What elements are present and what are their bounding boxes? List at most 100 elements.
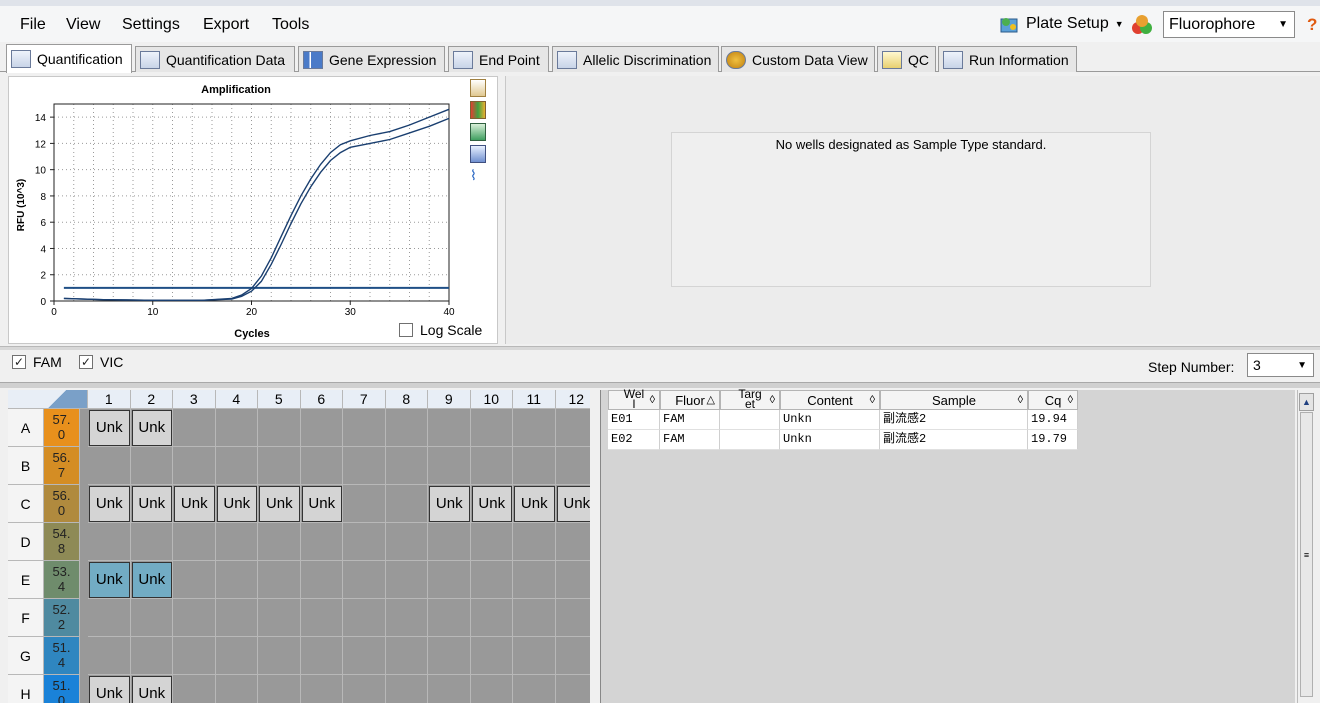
plate-cell[interactable] bbox=[343, 409, 386, 447]
column-header[interactable]: 1 bbox=[88, 390, 131, 409]
plate-cell[interactable] bbox=[343, 599, 386, 637]
column-header-cq[interactable]: Cq ◊ bbox=[1028, 390, 1078, 410]
pane-splitter-lower[interactable] bbox=[0, 382, 1320, 388]
menu-tools[interactable]: Tools bbox=[272, 16, 309, 34]
column-header[interactable]: 11 bbox=[513, 390, 556, 409]
column-header-target[interactable]: Targ et ◊ bbox=[720, 388, 780, 410]
tab-quantification-data[interactable]: Quantification Data bbox=[135, 46, 295, 72]
table-cell[interactable]: Unkn bbox=[780, 430, 880, 450]
column-header[interactable]: 4 bbox=[215, 390, 258, 409]
plate-cell[interactable] bbox=[470, 561, 513, 599]
plate-cell[interactable] bbox=[470, 409, 513, 447]
well-unknown[interactable]: Unk bbox=[514, 486, 555, 522]
scroll-thumb[interactable]: ≡ bbox=[1300, 412, 1313, 697]
column-header-content[interactable]: Content ◊ bbox=[780, 390, 880, 410]
row-header[interactable]: D bbox=[8, 523, 44, 561]
plate-cell[interactable] bbox=[215, 561, 258, 599]
column-header[interactable]: 5 bbox=[258, 390, 301, 409]
plate-cell[interactable] bbox=[513, 409, 556, 447]
table-cell[interactable]: 副流感2 bbox=[880, 410, 1028, 430]
step-number-select[interactable]: 3 ▼ bbox=[1247, 353, 1314, 377]
plate-cell[interactable] bbox=[173, 675, 216, 703]
plate-cell[interactable] bbox=[300, 599, 343, 637]
tab-end-point[interactable]: End Point bbox=[448, 46, 549, 72]
row-header[interactable]: G bbox=[8, 637, 44, 675]
plate-cell[interactable] bbox=[216, 675, 258, 703]
well-unknown[interactable]: Unk bbox=[89, 486, 130, 522]
table-cell[interactable]: E01 bbox=[608, 410, 660, 430]
plate-cell[interactable] bbox=[471, 675, 513, 703]
column-header[interactable]: 9 bbox=[428, 390, 471, 409]
well-unknown[interactable]: Unk bbox=[556, 486, 590, 522]
plate-cell[interactable] bbox=[556, 675, 591, 703]
column-header[interactable]: 2 bbox=[130, 390, 173, 409]
plate-cell[interactable] bbox=[470, 447, 513, 485]
column-header-sample[interactable]: Sample ◊ bbox=[880, 390, 1028, 410]
chart-color-icon[interactable] bbox=[470, 101, 486, 119]
select-all-corner[interactable] bbox=[8, 390, 88, 409]
tab-custom-data-view[interactable]: Custom Data View bbox=[721, 46, 875, 72]
tab-gene-expression[interactable]: Gene Expression bbox=[298, 46, 445, 72]
well-unknown[interactable]: Unk bbox=[89, 562, 130, 598]
plate-cell[interactable] bbox=[173, 447, 216, 485]
plate-cell[interactable] bbox=[258, 447, 301, 485]
column-header[interactable]: 7 bbox=[343, 390, 386, 409]
plate-cell[interactable] bbox=[470, 637, 513, 675]
table-cell[interactable]: Unkn bbox=[780, 410, 880, 430]
column-header[interactable]: 10 bbox=[470, 390, 513, 409]
plate-cell[interactable] bbox=[385, 637, 428, 675]
plate-cell[interactable] bbox=[385, 485, 428, 523]
plate-cell[interactable] bbox=[301, 675, 343, 703]
plate-cell[interactable] bbox=[470, 599, 513, 637]
plate-cell[interactable] bbox=[300, 447, 343, 485]
plate-cell[interactable] bbox=[555, 637, 590, 675]
plate-cell[interactable] bbox=[470, 523, 513, 561]
plate-cell[interactable] bbox=[513, 637, 556, 675]
plate-cell[interactable] bbox=[258, 409, 301, 447]
plate-cell[interactable] bbox=[88, 523, 131, 561]
plate-cell[interactable] bbox=[215, 523, 258, 561]
plate-cell[interactable] bbox=[258, 599, 301, 637]
row-header[interactable]: E bbox=[8, 561, 44, 599]
well-unknown[interactable]: Unk bbox=[259, 486, 300, 522]
well-unknown[interactable]: Unk bbox=[89, 676, 130, 703]
plate-cell[interactable] bbox=[428, 561, 471, 599]
well-unknown[interactable]: Unk bbox=[174, 486, 215, 522]
plate-cell[interactable] bbox=[300, 523, 343, 561]
plate-cell[interactable] bbox=[555, 447, 590, 485]
column-header-fluor[interactable]: Fluor △ bbox=[660, 390, 720, 410]
log-scale-checkbox[interactable] bbox=[399, 323, 413, 337]
table-cell[interactable] bbox=[720, 410, 780, 430]
plate-cell[interactable] bbox=[173, 523, 216, 561]
plate-cell[interactable] bbox=[258, 675, 301, 703]
well-unknown[interactable]: Unk bbox=[131, 410, 172, 446]
plate-grid[interactable]: 1 2 3 4 5 6 7 8 9 10 11 12 A 57. 0 Unk Unk B 56. 7 C 56. 0U… bbox=[8, 390, 590, 703]
row-header[interactable]: F bbox=[8, 599, 44, 637]
plate-cell[interactable] bbox=[428, 447, 471, 485]
plate-cell[interactable] bbox=[428, 599, 471, 637]
plate-cell[interactable] bbox=[555, 561, 590, 599]
plate-cell[interactable] bbox=[428, 523, 471, 561]
plate-cell[interactable] bbox=[215, 409, 258, 447]
plate-cell[interactable] bbox=[343, 523, 386, 561]
plate-cell[interactable] bbox=[215, 447, 258, 485]
fluorophore-select[interactable]: Fluorophore ▼ bbox=[1163, 11, 1295, 38]
table-cell[interactable]: 19.94 bbox=[1028, 410, 1078, 430]
row-header[interactable]: B bbox=[8, 447, 44, 485]
well-unknown[interactable]: Unk bbox=[131, 676, 172, 703]
plate-cell[interactable] bbox=[343, 561, 386, 599]
fam-checkbox[interactable]: ✓ bbox=[12, 355, 26, 369]
row-header[interactable]: C bbox=[8, 485, 44, 523]
row-header[interactable]: A bbox=[8, 409, 44, 447]
well-unknown[interactable]: Unk bbox=[216, 486, 257, 522]
plate-cell[interactable] bbox=[555, 409, 590, 447]
plate-cell[interactable] bbox=[385, 409, 428, 447]
plate-cell[interactable] bbox=[258, 523, 301, 561]
table-cell[interactable]: 副流感2 bbox=[880, 430, 1028, 450]
well-unknown[interactable]: Unk bbox=[131, 486, 172, 522]
plate-cell[interactable] bbox=[130, 599, 173, 637]
help-icon[interactable]: ? bbox=[1307, 15, 1317, 35]
column-header[interactable]: 6 bbox=[300, 390, 343, 409]
tab-quantification[interactable]: Quantification bbox=[6, 44, 132, 73]
plate-cell[interactable] bbox=[173, 637, 216, 675]
